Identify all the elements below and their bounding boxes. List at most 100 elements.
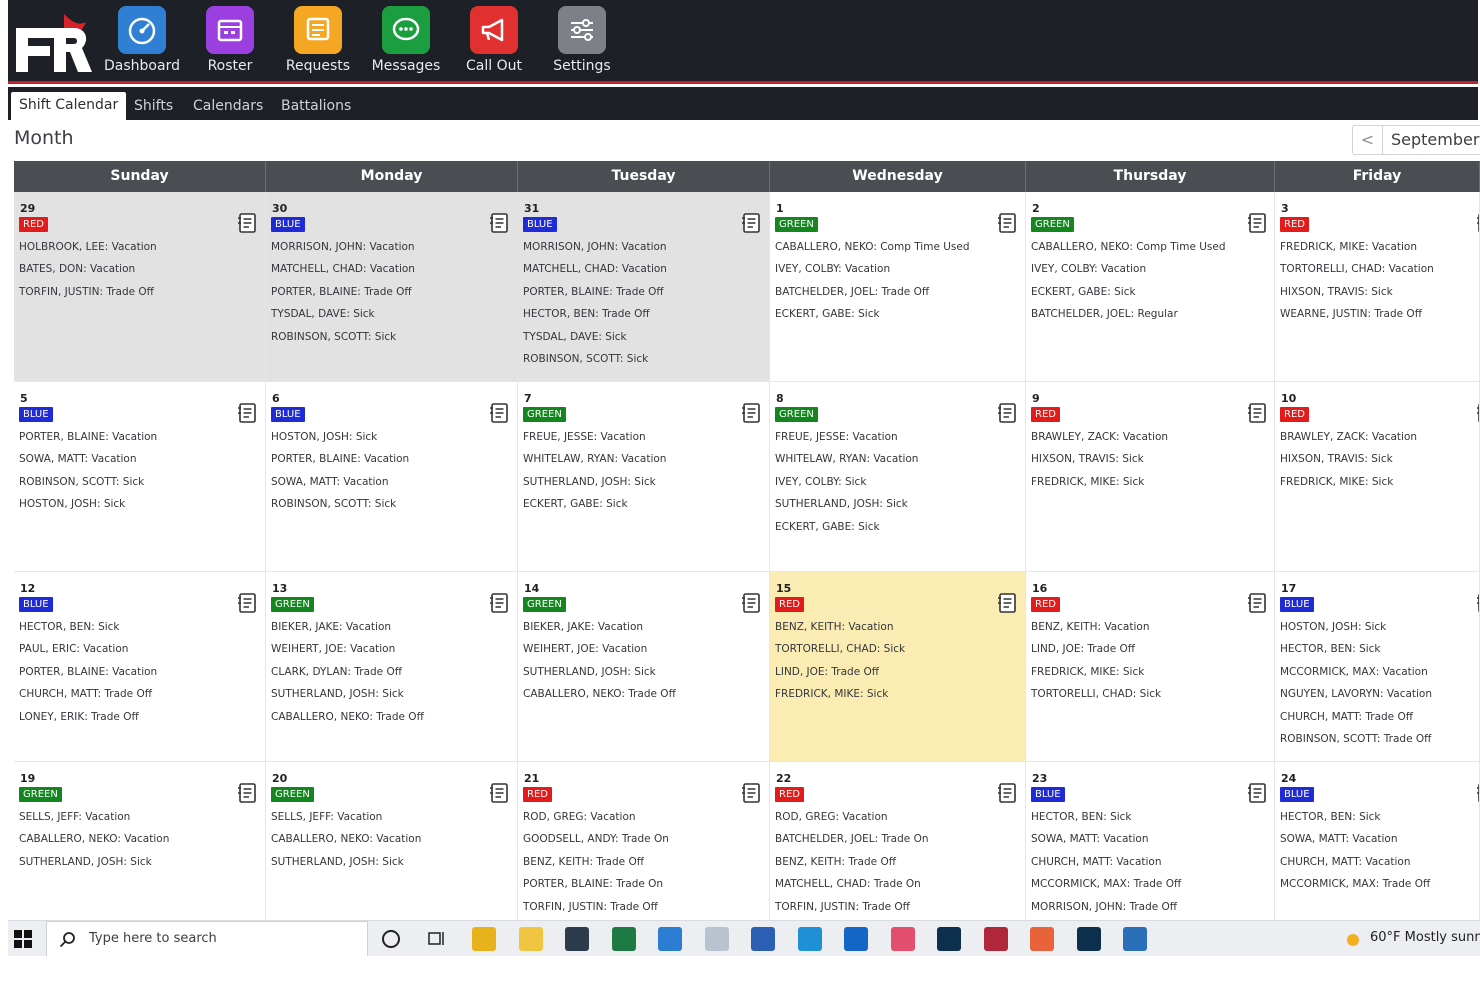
schedule-entry[interactable]: MORRISON, JOHN: Trade Off — [1031, 900, 1270, 920]
calendar-day-cell-today[interactable]: 15 RED BENZ, KEITH: Vacation TORTORELLI, CH… — [770, 572, 1026, 762]
schedule-entry[interactable]: NGUYEN, LAVORYN: Vacation — [1280, 687, 1475, 709]
schedule-entry[interactable]: TORTORELLI, CHAD: Vacation — [1280, 262, 1475, 284]
calendar-day-cell[interactable]: 8 GREEN FREUE, JESSE: Vacation WHITELAW, RY… — [770, 382, 1026, 572]
nav-dashboard[interactable]: Dashboard — [98, 6, 186, 82]
schedule-entry[interactable]: HOSTON, JOSH: Sick — [19, 497, 261, 519]
calendar-day-cell[interactable]: 16 RED BENZ, KEITH: Vacation LIND, JOE: Tra… — [1026, 572, 1275, 762]
outlook-icon[interactable] — [844, 927, 868, 951]
schedule-entry[interactable]: IVEY, COLBY: Vacation — [1031, 262, 1270, 284]
schedule-entry[interactable]: WEARNE, JUSTIN: Trade Off — [1280, 307, 1475, 329]
schedule-entry[interactable]: CABALLERO, NEKO: Trade Off — [271, 710, 513, 732]
app-red-icon[interactable] — [983, 927, 1008, 951]
calendar-day-cell[interactable]: 20 GREEN SELLS, JEFF: Vacation CABALLERO, N… — [266, 762, 518, 920]
schedule-entry[interactable]: ROBINSON, SCOTT: Sick — [19, 475, 261, 497]
schedule-entry[interactable]: HECTOR, BEN: Sick — [1280, 642, 1475, 664]
schedule-entry[interactable]: PORTER, BLAINE: Trade On — [523, 877, 765, 899]
day-notes-icon[interactable] — [740, 782, 762, 804]
day-notes-icon[interactable] — [488, 782, 510, 804]
schedule-entry[interactable]: CABALLERO, NEKO: Trade Off — [523, 687, 765, 709]
schedule-entry[interactable]: SUTHERLAND, JOSH: Sick — [523, 475, 765, 497]
schedule-entry[interactable]: ECKERT, GABE: Sick — [523, 497, 765, 519]
calendar-day-cell[interactable]: 14 GREEN BIEKER, JAKE: Vacation WEIHERT, JO… — [518, 572, 770, 762]
schedule-entry[interactable]: CHURCH, MATT: Trade Off — [19, 687, 261, 709]
schedule-entry[interactable]: MATCHELL, CHAD: Vacation — [523, 262, 765, 284]
excel-icon[interactable] — [611, 927, 636, 951]
calendar-day-cell[interactable]: 2 GREEN CABALLERO, NEKO: Comp Time Used IVE… — [1026, 192, 1275, 382]
schedule-entry[interactable]: SUTHERLAND, JOSH: Sick — [271, 855, 513, 877]
calendar-day-cell[interactable]: 13 GREEN BIEKER, JAKE: Vacation WEIHERT, JO… — [266, 572, 518, 762]
month-label[interactable]: September — [1391, 130, 1479, 149]
photos-2-icon[interactable] — [1030, 927, 1054, 951]
schedule-entry[interactable]: FREUE, JESSE: Vacation — [775, 430, 1021, 452]
tab-shifts[interactable]: Shifts — [126, 93, 181, 120]
schedule-entry[interactable]: FREDRICK, MIKE: Sick — [775, 687, 1021, 709]
schedule-entry[interactable]: ROD, GREG: Vacation — [523, 810, 765, 832]
schedule-entry[interactable]: TORFIN, JUSTIN: Trade Off — [19, 285, 261, 307]
calendar-day-cell[interactable]: 22 RED ROD, GREG: Vacation BATCHELDER, JOEL… — [770, 762, 1026, 920]
schedule-entry[interactable]: TORFIN, JUSTIN: Trade Off — [523, 900, 765, 920]
task-view-icon[interactable] — [428, 931, 446, 947]
fr-logo-icon[interactable] — [12, 10, 96, 76]
calendar-day-cell[interactable]: 3 RED FREDRICK, MIKE: Vacation TORTORELLI, … — [1275, 192, 1480, 382]
schedule-entry[interactable]: PAUL, ERIC: Vacation — [19, 642, 261, 664]
schedule-entry[interactable]: BRAWLEY, ZACK: Vacation — [1280, 430, 1475, 452]
schedule-entry[interactable]: ECKERT, GABE: Sick — [1031, 285, 1270, 307]
day-notes-icon[interactable] — [1246, 212, 1268, 234]
calendar-day-cell[interactable]: 7 GREEN FREUE, JESSE: Vacation WHITELAW, RY… — [518, 382, 770, 572]
calendar-day-cell[interactable]: 6 BLUE HOSTON, JOSH: Sick PORTER, BLAINE: V… — [266, 382, 518, 572]
day-notes-icon[interactable] — [996, 212, 1018, 234]
schedule-entry[interactable]: BRAWLEY, ZACK: Vacation — [1031, 430, 1270, 452]
taskbar-search-box[interactable]: Type here to search — [46, 921, 368, 957]
tab-shift-calendar[interactable]: Shift Calendar — [11, 92, 127, 120]
schedule-entry[interactable]: CHURCH, MATT: Trade Off — [1280, 710, 1475, 732]
schedule-entry[interactable]: MCCORMICK, MAX: Trade Off — [1280, 877, 1475, 899]
tab-battalions[interactable]: Battalions — [273, 93, 359, 120]
schedule-entry[interactable]: BENZ, KEITH: Vacation — [775, 620, 1021, 642]
schedule-entry[interactable]: FREDRICK, MIKE: Sick — [1031, 475, 1270, 497]
schedule-entry[interactable]: BATCHELDER, JOEL: Trade On — [775, 832, 1021, 854]
calendar-day-cell[interactable]: 12 BLUE HECTOR, BEN: Sick PAUL, ERIC: Vacat… — [14, 572, 266, 762]
day-notes-icon[interactable] — [996, 782, 1018, 804]
calendar-day-cell[interactable]: 10 RED BRAWLEY, ZACK: Vacation HIXSON, TRAV… — [1275, 382, 1480, 572]
nav-messages[interactable]: Messages — [362, 6, 450, 82]
schedule-entry[interactable]: WHITELAW, RYAN: Vacation — [775, 452, 1021, 474]
schedule-entry[interactable]: ROBINSON, SCOTT: Sick — [271, 497, 513, 519]
schedule-entry[interactable]: TORFIN, JUSTIN: Trade Off — [775, 900, 1021, 920]
schedule-entry[interactable]: TORTORELLI, CHAD: Sick — [1031, 687, 1270, 709]
photoshop-icon[interactable] — [937, 927, 961, 951]
calendar-day-cell[interactable]: 19 GREEN SELLS, JEFF: Vacation CABALLERO, N… — [14, 762, 266, 920]
day-notes-icon[interactable] — [740, 212, 762, 234]
schedule-entry[interactable]: HIXSON, TRAVIS: Sick — [1280, 452, 1475, 474]
day-notes-icon[interactable] — [996, 402, 1018, 424]
calendar-day-cell[interactable]: 21 RED ROD, GREG: Vacation GOODSELL, ANDY: … — [518, 762, 770, 920]
edge-icon[interactable] — [797, 927, 822, 951]
schedule-entry[interactable]: SELLS, JEFF: Vacation — [271, 810, 513, 832]
day-notes-icon[interactable] — [236, 402, 258, 424]
schedule-entry[interactable]: MCCORMICK, MAX: Trade Off — [1031, 877, 1270, 899]
schedule-entry[interactable]: FREDRICK, MIKE: Sick — [1031, 665, 1270, 687]
schedule-entry[interactable]: IVEY, COLBY: Sick — [775, 475, 1021, 497]
schedule-entry[interactable]: PORTER, BLAINE: Trade Off — [271, 285, 513, 307]
schedule-entry[interactable]: BENZ, KEITH: Trade Off — [775, 855, 1021, 877]
schedule-entry[interactable]: SOWA, MATT: Vacation — [271, 475, 513, 497]
calendar-day-cell[interactable]: 24 BLUE HECTOR, BEN: Sick SOWA, MATT: Vacat… — [1275, 762, 1480, 920]
photoshop-2-icon[interactable] — [1076, 927, 1101, 951]
schedule-entry[interactable]: MCCORMICK, MAX: Vacation — [1280, 665, 1475, 687]
schedule-entry[interactable]: ROD, GREG: Vacation — [775, 810, 1021, 832]
calendar-day-cell[interactable]: 9 RED BRAWLEY, ZACK: Vacation HIXSON, TRAVI… — [1026, 382, 1275, 572]
calendar-day-cell[interactable]: 29 RED HOLBROOK, LEE: Vacation BATES, DON: … — [14, 192, 266, 382]
nav-requests[interactable]: Requests — [274, 6, 362, 82]
schedule-entry[interactable]: PORTER, BLAINE: Trade Off — [523, 285, 765, 307]
schedule-entry[interactable]: SUTHERLAND, JOSH: Sick — [271, 687, 513, 709]
schedule-entry[interactable]: TORTORELLI, CHAD: Sick — [775, 642, 1021, 664]
nav-call-out[interactable]: Call Out — [450, 6, 538, 82]
schedule-entry[interactable]: BENZ, KEITH: Vacation — [1031, 620, 1270, 642]
schedule-entry[interactable]: ROBINSON, SCOTT: Sick — [271, 330, 513, 352]
schedule-entry[interactable]: SUTHERLAND, JOSH: Sick — [775, 497, 1021, 519]
schedule-entry[interactable]: MATCHELL, CHAD: Vacation — [271, 262, 513, 284]
mail-icon[interactable] — [658, 927, 682, 951]
day-notes-icon[interactable] — [488, 402, 510, 424]
day-notes-icon[interactable] — [236, 592, 258, 614]
schedule-entry[interactable]: BATCHELDER, JOEL: Trade Off — [775, 285, 1021, 307]
chrome-icon[interactable] — [472, 927, 496, 951]
